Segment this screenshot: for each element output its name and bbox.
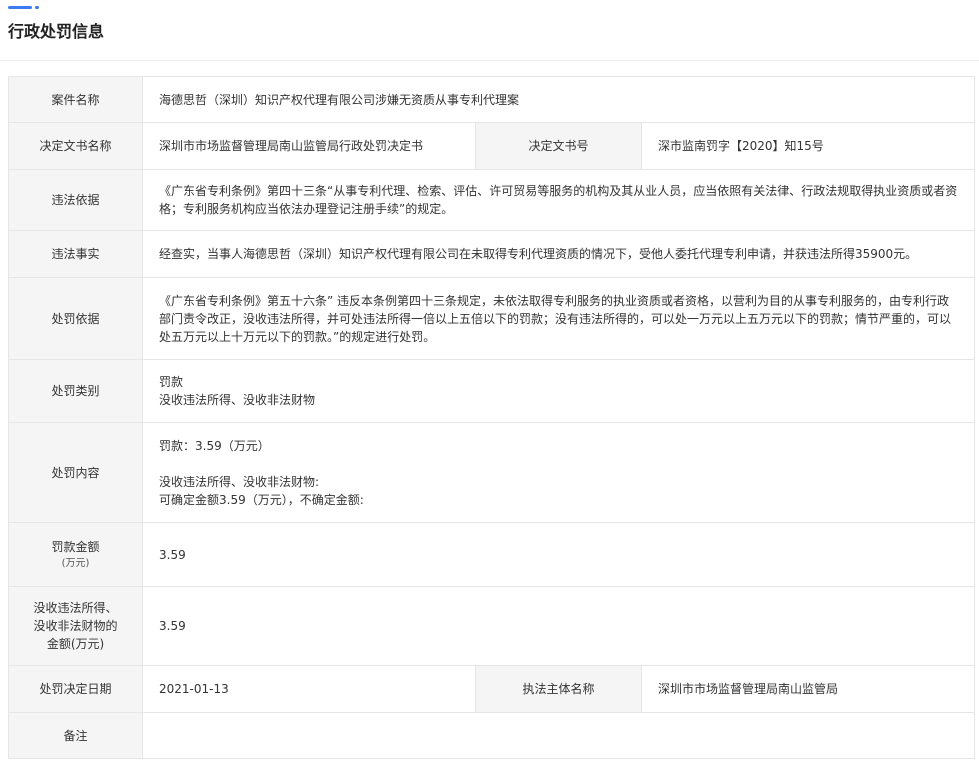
table-row: 决定文书名称 深圳市市场监督管理局南山监管局行政处罚决定书 决定文书号 深市监南… [8,122,976,170]
penalty-content-value: 罚款：3.59（万元） 没收违法所得、没收非法财物: 可确定金额3.59（万元）… [141,422,976,523]
violation-basis-label: 违法依据 [8,169,143,231]
table-row: 违法事实 经查实，当事人海德思哲（深圳）知识产权代理有限公司在未取得专利代理资质… [8,230,976,278]
confiscation-label-line: 没收非法财物的 [33,619,118,633]
decision-date-label: 处罚决定日期 [8,665,143,713]
fine-amount-value: 3.59 [141,522,976,587]
confiscation-label-line: 金额(万元) [46,637,105,651]
table-row: 处罚内容 罚款：3.59（万元） 没收违法所得、没收非法财物: 可确定金额3.5… [8,422,976,523]
remarks-label: 备注 [8,712,143,759]
fine-amount-label-text: 罚款金额 [51,539,100,554]
penalty-content-line: 没收违法所得、没收非法财物: [159,474,320,489]
violation-facts-value: 经查实，当事人海德思哲（深圳）知识产权代理有限公司在未取得专利代理资质的情况下，… [141,230,976,278]
penalty-content-label: 处罚内容 [8,422,143,523]
penalty-type-line: 没收违法所得、没收非法财物 [159,393,316,407]
penalty-content-line: 罚款：3.59（万元） [159,438,270,453]
case-name-label: 案件名称 [8,76,143,123]
penalty-content-line: 可确定金额3.59（万元），不确定金额: [159,492,364,507]
title-accent-bar [8,6,32,9]
penalty-type-line: 罚款 [159,375,184,389]
table-row: 处罚决定日期 2021-01-13 执法主体名称 深圳市市场监督管理局南山监管局 [8,665,976,713]
decision-doc-name-value: 深圳市市场监督管理局南山监管局行政处罚决定书 [142,122,476,170]
table-row: 处罚类别 罚款 没收违法所得、没收非法财物 [8,359,976,423]
penalty-basis-label: 处罚依据 [8,277,143,360]
decision-doc-name-label: 决定文书名称 [8,122,143,170]
enforcement-agency-label: 执法主体名称 [475,665,642,713]
enforcement-agency-value: 深圳市市场监督管理局南山监管局 [640,665,976,713]
table-row: 备注 [8,712,976,759]
decision-date-value: 2021-01-13 [142,665,476,713]
fine-amount-unit: (万元) [61,557,90,569]
confiscation-amount-label: 没收违法所得、 没收非法财物的 金额(万元) [8,586,143,666]
confiscation-amount-value: 3.59 [141,586,976,666]
table-row: 没收违法所得、 没收非法财物的 金额(万元) 3.59 [8,586,976,666]
case-name-value: 海德思哲（深圳）知识产权代理有限公司涉嫌无资质从事专利代理案 [141,76,976,123]
table-row: 处罚依据 《广东省专利条例》第五十六条” 违反本条例第四十三条规定，未依法取得专… [8,277,976,360]
table-row: 罚款金额 (万元) 3.59 [8,522,976,587]
penalty-info-table: 案件名称 海德思哲（深圳）知识产权代理有限公司涉嫌无资质从事专利代理案 决定文书… [8,76,976,759]
table-row: 违法依据 《广东省专利条例》第四十三条“从事专利代理、检索、评估、许可贸易等服务… [8,169,976,231]
decision-doc-number-label: 决定文书号 [475,122,642,170]
title-accent-dot [35,6,39,9]
violation-basis-value: 《广东省专利条例》第四十三条“从事专利代理、检索、评估、许可贸易等服务的机构及其… [141,169,976,231]
penalty-basis-value: 《广东省专利条例》第五十六条” 违反本条例第四十三条规定，未依法取得专利服务的执… [141,277,976,360]
penalty-type-value: 罚款 没收违法所得、没收非法财物 [141,359,976,423]
table-row: 案件名称 海德思哲（深圳）知识产权代理有限公司涉嫌无资质从事专利代理案 [8,76,976,123]
confiscation-label-line: 没收违法所得、 [33,601,118,615]
fine-amount-label: 罚款金额 (万元) [8,522,143,587]
violation-facts-label: 违法事实 [8,230,143,278]
remarks-value [141,712,976,759]
penalty-type-label: 处罚类别 [8,359,143,423]
section-title: 行政处罚信息 [8,22,105,41]
decision-doc-number-value: 深市监南罚字【2020】知15号 [640,122,976,170]
section-divider [0,60,979,61]
